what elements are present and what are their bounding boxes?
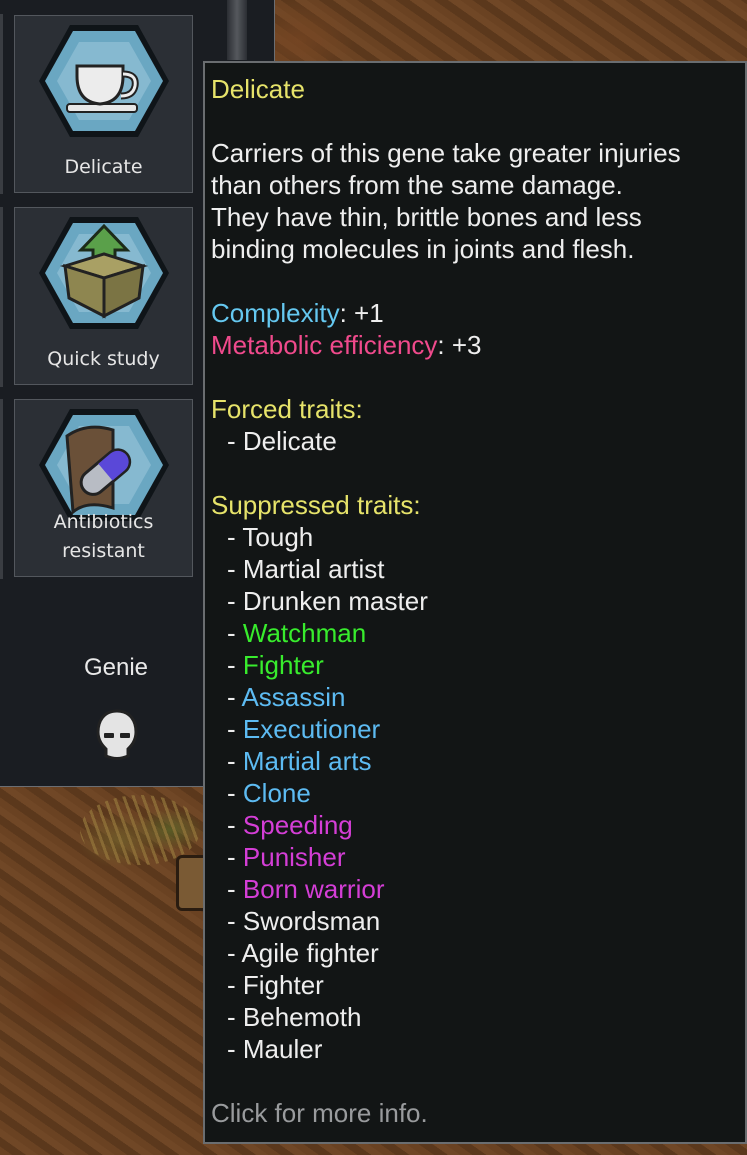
panel-edge: [0, 14, 3, 194]
trait-bullet: -: [227, 554, 243, 584]
trait-bullet: -: [227, 778, 243, 808]
trait-name: Punisher: [242, 842, 346, 872]
complexity-label: Complexity: [211, 298, 340, 328]
trait-bullet: -: [227, 906, 243, 936]
trait-name: Watchman: [242, 618, 367, 648]
suppressed-trait: - Fighter: [211, 969, 745, 1001]
tooltip-footer: Click for more info.: [211, 1098, 428, 1128]
complexity-stat: Complexity: +1: [211, 297, 745, 329]
trait-name: Speeding: [242, 810, 353, 840]
panel-divider: [227, 0, 247, 60]
trait-name: Mauler: [242, 1034, 323, 1064]
suppressed-trait: - Speeding: [211, 809, 745, 841]
suppressed-trait: - Fighter: [211, 649, 745, 681]
metabolic-stat: Metabolic efficiency: +3: [211, 329, 745, 361]
trait-bullet: -: [227, 842, 243, 872]
teacup-icon: [39, 25, 169, 137]
trait-bullet: -: [227, 810, 243, 840]
gene-card-delicate[interactable]: Delicate: [14, 15, 193, 193]
metabolic-value: : +3: [437, 330, 482, 360]
tooltip-title: Delicate: [211, 74, 305, 104]
trait-bullet: -: [227, 682, 242, 712]
gene-card-antibiotics-resistant[interactable]: Antibiotics resistant: [14, 399, 193, 577]
gene-card-quick-study[interactable]: Quick study: [14, 207, 193, 385]
forced-trait: - Delicate: [227, 426, 337, 456]
trait-name: Martial arts: [242, 746, 372, 776]
suppressed-trait: - Punisher: [211, 841, 745, 873]
suppressed-trait: - Swordsman: [211, 905, 745, 937]
panel-edge: [0, 399, 3, 579]
gene-label: Quick study: [47, 348, 160, 370]
tooltip-description-line: binding molecules in joints and flesh.: [211, 234, 635, 264]
trait-name: Behemoth: [242, 1002, 362, 1032]
trait-name: Drunken master: [242, 586, 428, 616]
suppressed-traits-header: Suppressed traits:: [211, 490, 421, 520]
trait-name: Fighter: [242, 650, 324, 680]
gene-label: Delicate: [64, 156, 143, 178]
trait-name: Born warrior: [242, 874, 385, 904]
suppressed-trait: - Watchman: [211, 617, 745, 649]
trait-bullet: -: [227, 1002, 243, 1032]
xenotype-name: Genie: [83, 654, 149, 681]
skull-icon[interactable]: [95, 708, 139, 762]
metabolic-label: Metabolic efficiency: [211, 330, 438, 360]
tooltip-description-line: than others from the same damage.: [211, 170, 623, 200]
tooltip-description-line: Carriers of this gene take greater injur…: [211, 138, 681, 168]
box-arrow-icon: [39, 217, 169, 329]
suppressed-trait: - Mauler: [211, 1033, 745, 1065]
trait-name: Agile fighter: [241, 938, 379, 968]
trait-bullet: -: [227, 938, 242, 968]
trait-bullet: -: [227, 586, 243, 616]
trait-bullet: -: [227, 746, 243, 776]
trait-bullet: -: [227, 650, 243, 680]
trait-bullet: -: [227, 522, 243, 552]
suppressed-trait: - Drunken master: [211, 585, 745, 617]
complexity-value: : +1: [339, 298, 384, 328]
suppressed-trait: - Agile fighter: [211, 937, 745, 969]
trait-bullet: -: [227, 970, 243, 1000]
trait-bullet: -: [227, 1034, 243, 1064]
pill-icon: [39, 409, 169, 521]
suppressed-trait: - Executioner: [211, 713, 745, 745]
trait-name: Swordsman: [242, 906, 381, 936]
suppressed-traits-list: - Tough - Martial artist - Drunken master -…: [211, 521, 745, 1065]
trait-name: Assassin: [241, 682, 346, 712]
gene-tooltip: Delicate Carriers of this gene take grea…: [203, 61, 747, 1144]
panel-edge: [0, 207, 3, 387]
trait-bullet: -: [227, 618, 243, 648]
trait-name: Clone: [242, 778, 311, 808]
gene-label: Antibiotics resistant: [53, 511, 154, 562]
suppressed-trait: - Tough: [211, 521, 745, 553]
trait-name: Martial artist: [242, 554, 385, 584]
suppressed-trait: - Assassin: [211, 681, 745, 713]
suppressed-trait: - Born warrior: [211, 873, 745, 905]
suppressed-trait: - Martial arts: [211, 745, 745, 777]
suppressed-trait: - Clone: [211, 777, 745, 809]
trait-name: Fighter: [242, 970, 324, 1000]
trait-bullet: -: [227, 874, 243, 904]
trait-bullet: -: [227, 714, 243, 744]
trait-name: Executioner: [242, 714, 381, 744]
forced-traits-header: Forced traits:: [211, 394, 363, 424]
trait-name: Tough: [242, 522, 314, 552]
suppressed-trait: - Martial artist: [211, 553, 745, 585]
suppressed-trait: - Behemoth: [211, 1001, 745, 1033]
tooltip-description-line: They have thin, brittle bones and less: [211, 202, 642, 232]
